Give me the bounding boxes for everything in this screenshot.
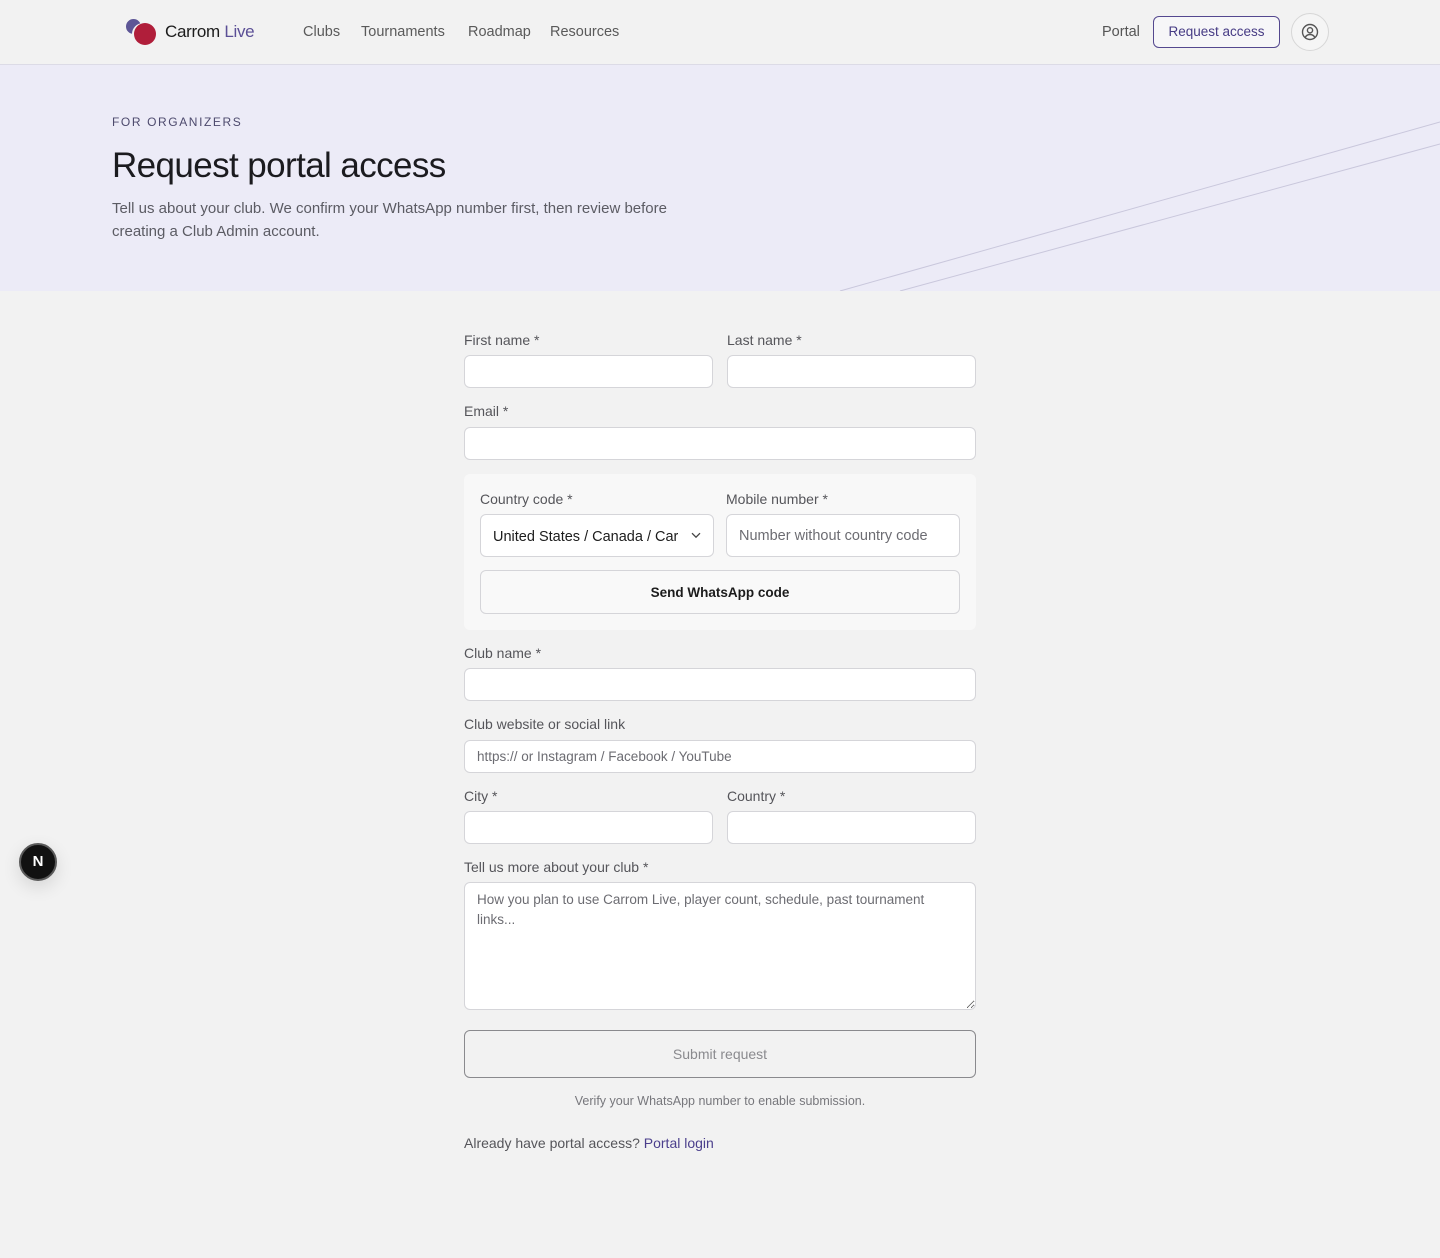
last-name-label: Last name * — [727, 332, 802, 348]
country-label: Country * — [727, 788, 786, 804]
hero-section: FOR ORGANIZERS Request portal access Tel… — [0, 65, 1440, 291]
country-code-label: Country code * — [480, 491, 573, 507]
account-button[interactable] — [1291, 13, 1329, 51]
nav-link-roadmap[interactable]: Roadmap — [468, 22, 531, 42]
user-circle-icon — [1301, 23, 1319, 41]
club-details-label: Tell us more about your club * — [464, 859, 649, 875]
submit-hint: Verify your WhatsApp number to enable su… — [574, 1094, 866, 1108]
submit-request-button[interactable]: Submit request — [464, 1030, 976, 1078]
country-code-value: United States / Canada / Caribbean (+1) — [493, 529, 678, 545]
club-details-textarea[interactable] — [464, 882, 976, 1010]
club-name-field[interactable] — [464, 668, 976, 701]
request-access-form: First name * Last name * Email * Country… — [464, 291, 976, 1191]
hero-eyebrow: FOR ORGANIZERS — [112, 115, 243, 129]
whatsapp-verification-panel: Country code * United States / Canada / … — [464, 474, 976, 630]
city-field[interactable] — [464, 811, 713, 844]
nav-link-tournaments[interactable]: Tournaments — [361, 22, 445, 42]
nav-link-portal[interactable]: Portal — [1102, 22, 1140, 42]
existing-access-prompt: Already have portal access? Portal login — [464, 1134, 714, 1152]
portal-login-link[interactable]: Portal login — [644, 1135, 714, 1151]
mobile-number-field[interactable] — [726, 514, 960, 557]
email-label: Email * — [464, 403, 509, 419]
carrom-live-logo-icon[interactable] — [126, 19, 158, 45]
nav-link-resources[interactable]: Resources — [550, 22, 619, 42]
nextjs-dev-indicator[interactable]: N — [19, 843, 57, 881]
logo-circle-large — [134, 23, 156, 45]
country-code-select[interactable]: United States / Canada / Caribbean (+1) — [480, 514, 714, 557]
send-whatsapp-code-button[interactable]: Send WhatsApp code — [480, 570, 960, 614]
brand-name-second: Live — [224, 22, 255, 41]
club-website-label: Club website or social link — [464, 716, 626, 732]
last-name-field[interactable] — [727, 355, 976, 388]
mobile-number-label: Mobile number * — [726, 491, 828, 507]
country-field[interactable] — [727, 811, 976, 844]
first-name-label: First name * — [464, 332, 540, 348]
request-access-button[interactable]: Request access — [1153, 16, 1280, 48]
first-name-field[interactable] — [464, 355, 713, 388]
hero-description: Tell us about your club. We confirm your… — [112, 200, 667, 240]
club-name-label: Club name * — [464, 645, 542, 661]
brand-name[interactable]: Carrom Live — [165, 21, 255, 43]
chevron-down-icon — [691, 532, 701, 539]
nav-link-clubs[interactable]: Clubs — [303, 22, 340, 42]
existing-access-text: Already have portal access? — [464, 1135, 640, 1151]
brand-name-first: Carrom — [165, 22, 220, 41]
city-label: City * — [464, 788, 498, 804]
email-field[interactable] — [464, 427, 976, 460]
page-title: Request portal access — [112, 146, 446, 185]
club-website-field[interactable] — [464, 740, 976, 773]
top-navigation-bar: Carrom Live Clubs Tournaments Roadmap Re… — [0, 0, 1440, 65]
